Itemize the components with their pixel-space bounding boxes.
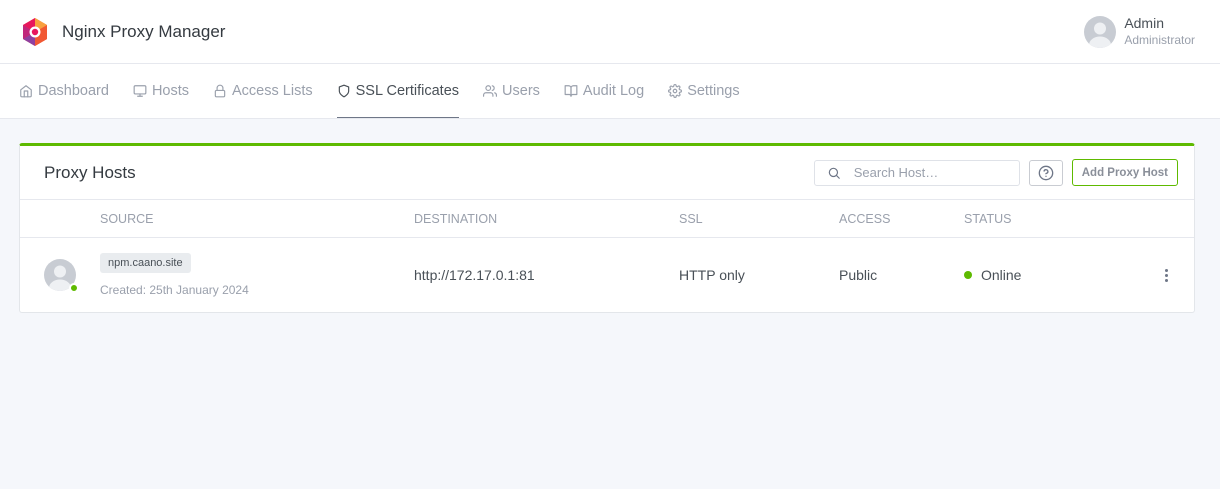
status-text: Online — [981, 267, 1022, 283]
user-name: Admin — [1124, 15, 1164, 32]
status-cell: Online — [964, 267, 1144, 283]
table-row[interactable]: npm.caano.site Created: 25th January 202… — [20, 238, 1194, 312]
table-header: SOURCE DESTINATION SSL ACCESS STATUS — [20, 200, 1194, 238]
search-box[interactable] — [813, 159, 1020, 186]
nav-label: Access Lists — [232, 82, 313, 99]
nav-item-hosts[interactable]: Hosts — [133, 64, 189, 118]
card-header: Proxy Hosts Add Proxy Host — [20, 146, 1194, 200]
brand[interactable]: Nginx Proxy Manager — [20, 17, 225, 47]
nav-item-dashboard[interactable]: Dashboard — [19, 64, 109, 118]
column-header-status[interactable]: STATUS — [964, 212, 1144, 226]
top-header: Nginx Proxy Manager Admin Administrator — [0, 0, 1220, 64]
card-title: Proxy Hosts — [44, 162, 136, 182]
nav-label: Hosts — [151, 82, 190, 99]
home-icon — [20, 84, 32, 97]
lock-icon — [214, 84, 226, 97]
nav-item-settings[interactable]: Settings — [668, 64, 740, 118]
row-actions-menu-icon[interactable] — [1165, 268, 1168, 282]
nav-item-users[interactable]: Users — [483, 64, 540, 118]
status-dot — [964, 271, 972, 279]
nav-label: SSL Certificates — [355, 82, 460, 99]
avatar — [1084, 15, 1117, 48]
column-header-access[interactable]: ACCESS — [839, 212, 964, 226]
help-circle-icon — [1038, 165, 1054, 180]
user-role: Administrator — [1124, 32, 1195, 47]
destination-cell: http://172.17.0.1:81 — [414, 267, 535, 283]
nav-item-audit-log[interactable]: Audit Log — [564, 64, 644, 118]
add-proxy-host-button[interactable]: Add Proxy Host — [1071, 159, 1178, 186]
help-button[interactable] — [1028, 159, 1063, 186]
nav-item-access-lists[interactable]: Access Lists — [213, 64, 313, 118]
main-nav: Dashboard Hosts Access Lists SSL Certifi… — [0, 64, 1220, 119]
proxy-hosts-card: Proxy Hosts Add Proxy Host SOURCE DESTIN… — [19, 143, 1195, 313]
user-menu[interactable]: Admin Administrator — [1084, 15, 1195, 48]
monitor-icon — [133, 84, 147, 97]
nav-label: Users — [502, 82, 540, 99]
column-header-destination[interactable]: DESTINATION — [414, 212, 679, 226]
user-placeholder-icon — [1089, 22, 1112, 48]
created-date: Created: 25th January 2024 — [100, 283, 249, 297]
column-header-ssl[interactable]: SSL — [679, 212, 839, 226]
ssl-cell: HTTP only — [679, 267, 745, 283]
online-indicator — [69, 283, 79, 293]
card-options: Add Proxy Host — [813, 159, 1178, 186]
shield-icon — [338, 84, 349, 97]
source-cell: npm.caano.site Created: 25th January 202… — [100, 253, 414, 297]
nav-label: Audit Log — [582, 82, 645, 99]
book-icon — [564, 84, 578, 97]
access-cell: Public — [839, 267, 878, 283]
gear-icon — [668, 83, 683, 98]
column-header-source[interactable]: SOURCE — [100, 212, 414, 226]
nav-item-ssl-certificates[interactable]: SSL Certificates — [336, 64, 460, 118]
nav-label: Dashboard — [38, 82, 109, 99]
nginx-proxy-manager-logo-icon — [23, 17, 47, 46]
host-domain-tag[interactable]: npm.caano.site — [100, 253, 191, 273]
nav-label: Settings — [687, 82, 740, 99]
search-input[interactable] — [853, 165, 1004, 180]
app-title: Nginx Proxy Manager — [62, 21, 226, 41]
owner-avatar — [44, 259, 79, 293]
users-icon — [483, 84, 498, 97]
search-icon — [828, 167, 840, 179]
